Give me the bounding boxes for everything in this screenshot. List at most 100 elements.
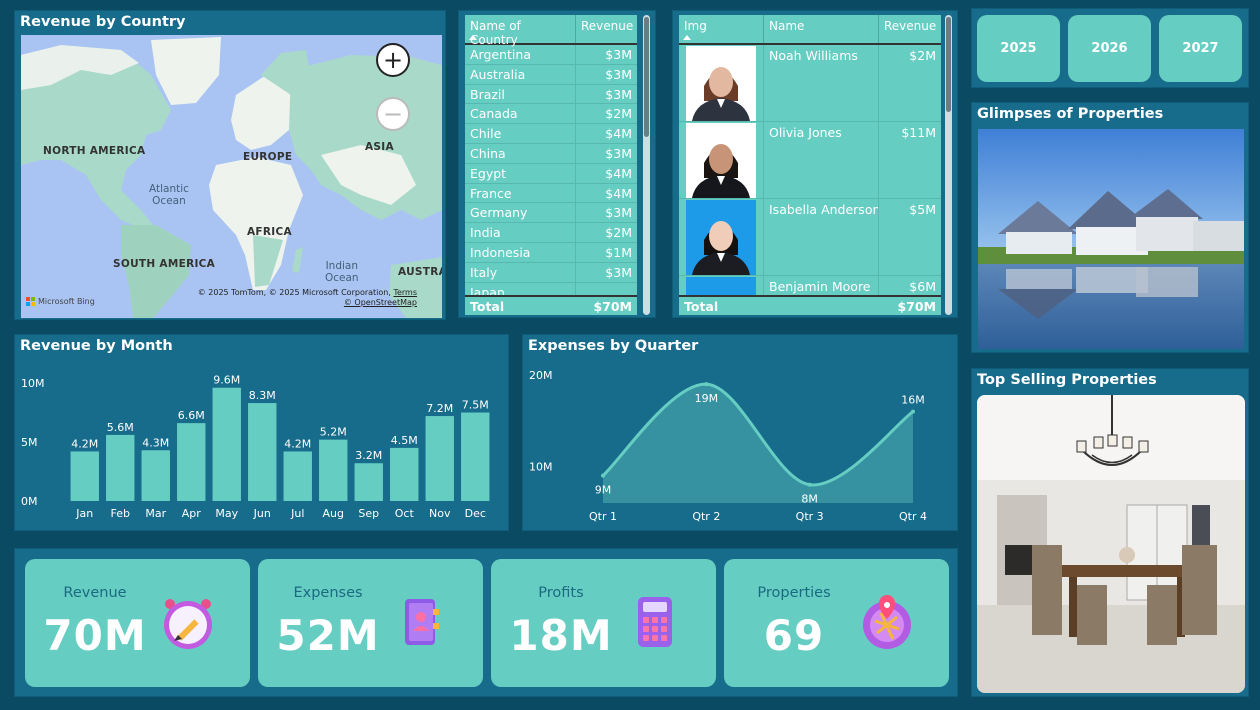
table-row[interactable]: India $2M [465, 223, 637, 243]
people-revenue-table: Img Name Revenue Noah Williams $2M Olivia … [679, 15, 941, 315]
bar-nov[interactable] [425, 416, 454, 501]
map-label-indian-ocean: Indian Ocean [325, 260, 359, 284]
table-row[interactable]: Germany $3M [465, 203, 637, 224]
total-label: Total [684, 299, 719, 314]
bar-sep[interactable] [354, 463, 383, 501]
point-data-label: 8M [801, 493, 818, 506]
bar-aug[interactable] [319, 439, 348, 501]
column-header-revenue[interactable]: Revenue [879, 15, 941, 43]
cell-img [679, 122, 764, 198]
data-point[interactable] [911, 409, 915, 414]
cell-revenue: $2M [605, 106, 632, 122]
x-tick-label: Sep [358, 507, 379, 520]
kpi-label: Profits [538, 585, 584, 601]
column-header-revenue[interactable]: Revenue [576, 15, 637, 43]
dining-room-photo-graphic [977, 395, 1245, 693]
avatar [686, 200, 756, 275]
plus-icon: + [382, 46, 404, 74]
sort-ascending-icon [469, 35, 477, 40]
glimpses-panel: Glimpses of Properties [971, 102, 1249, 353]
bar-may[interactable] [212, 387, 241, 501]
data-point[interactable] [601, 473, 605, 478]
table-row[interactable]: China $3M [465, 143, 637, 164]
cell-revenue: $3M [605, 264, 632, 280]
total-label: Total [470, 299, 505, 314]
table-row[interactable]: France $4M [465, 183, 637, 204]
map-label-australia: AUSTRA [398, 266, 442, 278]
vertical-scrollbar[interactable] [643, 15, 650, 315]
cell-revenue: $3M [605, 86, 632, 102]
kpi-card-profits: Profits 18M [491, 559, 716, 687]
year-button-2026[interactable]: 2026 [1068, 15, 1151, 82]
cell-country: Australia [465, 64, 576, 84]
year-button-2025[interactable]: 2025 [977, 15, 1060, 82]
person-photo [686, 123, 756, 198]
bar-jan[interactable] [70, 451, 99, 501]
table-row[interactable]: Egypt $4M [465, 163, 637, 184]
x-tick-label: Mar [145, 507, 166, 520]
y-tick-label: 5M [21, 436, 38, 449]
country-revenue-table-panel: Name of Country Revenue Argentina $3M Aust… [458, 10, 656, 318]
y-tick-label: 0M [21, 495, 38, 508]
table-row[interactable]: Argentina $3M [465, 45, 637, 65]
zoom-in-button[interactable]: + [376, 43, 410, 77]
scrollbar-thumb[interactable] [644, 17, 649, 137]
bar-oct[interactable] [390, 447, 419, 501]
cell-name: Isabella Anderson [764, 199, 879, 275]
bar-mar[interactable] [141, 450, 170, 501]
table-row[interactable]: Chile $4M [465, 124, 637, 144]
table-row[interactable]: Brazil $3M [465, 84, 637, 105]
month-chart-title: Revenue by Month [20, 338, 173, 354]
scrollbar-thumb[interactable] [946, 17, 951, 112]
year-button-2027[interactable]: 2027 [1159, 15, 1242, 82]
x-tick-label: Qtr 2 [692, 510, 720, 523]
world-map[interactable]: + − NORTH AMERICA EUROPE ASIA AFRICA SOU… [21, 35, 442, 318]
total-value: $70M [897, 299, 936, 314]
table-row[interactable]: Canada $2M [465, 104, 637, 125]
table-row[interactable]: Italy $3M [465, 262, 637, 283]
x-tick-label: Qtr 3 [796, 510, 824, 523]
table-row[interactable]: Australia $3M [465, 64, 637, 85]
table-row[interactable]: Noah Williams $2M [679, 45, 941, 122]
column-header-img[interactable]: Img [679, 15, 764, 43]
table-row[interactable]: Indonesia $1M [465, 242, 637, 263]
x-tick-label: Qtr 1 [589, 510, 617, 523]
cell-country: Chile [465, 124, 576, 143]
map-label-asia: ASIA [365, 141, 394, 153]
total-value: $70M [593, 299, 632, 314]
vertical-scrollbar[interactable] [945, 15, 952, 315]
cell-revenue: $3M [605, 66, 632, 82]
bar-data-label: 4.3M [142, 436, 169, 449]
person-photo [686, 46, 756, 121]
bar-apr[interactable] [177, 423, 206, 501]
x-tick-label: Nov [429, 507, 451, 520]
year-slicer-panel: 2025 2026 2027 [971, 8, 1249, 88]
kpi-value: 69 [763, 611, 825, 660]
map-title: Revenue by Country [20, 14, 186, 30]
column-header-country[interactable]: Name of Country [465, 15, 576, 47]
calculator-icon [638, 597, 672, 647]
attribution-osm-link[interactable]: © OpenStreetMap [198, 298, 417, 308]
column-header-name[interactable]: Name [764, 15, 879, 43]
map-attribution: © 2025 TomTom, © 2025 Microsoft Corporat… [198, 288, 417, 308]
expenses-by-quarter-chart: 10M 20M 9M Qtr 1 19M Qtr 2 8M Qtr 3 16M Qtr 4 [529, 369, 927, 523]
sort-ascending-icon [683, 35, 691, 40]
microsoft-logo-icon [26, 297, 35, 306]
bar-dec[interactable] [461, 412, 490, 502]
map-pin-icon [863, 595, 911, 649]
bar-jul[interactable] [283, 451, 312, 501]
table-row[interactable]: Isabella Anderson $5M [679, 199, 941, 276]
x-tick-label: Qtr 4 [899, 510, 927, 523]
point-data-label: 19M [695, 392, 719, 405]
dining-room-photo [977, 395, 1245, 693]
data-point[interactable] [704, 382, 709, 387]
x-tick-label: May [215, 507, 238, 520]
bar-jun[interactable] [248, 403, 277, 501]
data-point[interactable] [807, 482, 812, 487]
zoom-out-button[interactable]: − [376, 97, 410, 131]
cell-country: Canada [465, 104, 576, 124]
bar-feb[interactable] [106, 434, 135, 501]
attribution-terms-link[interactable]: Terms [393, 288, 417, 297]
table-row[interactable]: Olivia Jones $11M [679, 122, 941, 199]
y-tick-label: 20M [529, 369, 553, 382]
